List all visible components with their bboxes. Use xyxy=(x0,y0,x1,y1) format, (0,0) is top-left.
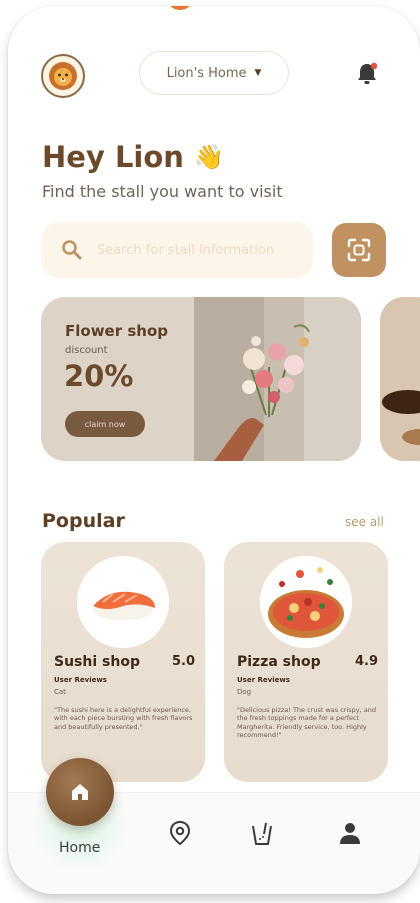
tab-home[interactable] xyxy=(46,758,114,826)
page-title: Hey Lion 👋 xyxy=(42,140,224,174)
popular-title: Popular xyxy=(42,510,125,532)
shop-rating: 5.0 xyxy=(171,654,195,669)
tab-home-label: Home xyxy=(59,840,101,856)
search-icon xyxy=(62,240,82,260)
wave-emoji: 👋 xyxy=(193,143,224,171)
reviews-label: User Reviews xyxy=(237,676,290,684)
promo-card-next[interactable] xyxy=(380,297,420,461)
phone-frame: Lion's Home ▼ Hey Lion 👋 Find the stall … xyxy=(8,6,420,894)
see-all-link[interactable]: see all xyxy=(345,515,384,529)
promo-card[interactable]: Flower shop discount 20% claim now xyxy=(41,297,361,461)
status-indicator xyxy=(166,6,194,10)
flower-bouquet-image xyxy=(194,297,361,461)
scan-button[interactable] xyxy=(332,223,386,277)
location-icon xyxy=(169,820,191,846)
avatar[interactable] xyxy=(41,54,85,98)
search-input[interactable] xyxy=(97,242,297,258)
promo-discount: 20% xyxy=(64,359,134,393)
notification-button[interactable] xyxy=(355,61,379,87)
pizza-icon xyxy=(260,556,352,648)
search-bar[interactable] xyxy=(41,222,313,278)
profile-icon xyxy=(340,823,360,844)
tab-drinks[interactable] xyxy=(248,819,276,847)
drink-icon xyxy=(252,822,272,845)
pizza-image xyxy=(260,556,352,648)
shop-card-pizza[interactable]: Pizza shop 4.9 User Reviews Dog "Delicio… xyxy=(224,542,388,782)
promo-title: Flower shop xyxy=(65,322,168,340)
shop-name: Pizza shop xyxy=(237,654,321,670)
promo-subtitle: discount xyxy=(65,345,108,356)
greeting-subtitle: Find the stall you want to visit xyxy=(42,182,283,201)
lion-avatar-icon xyxy=(49,62,77,90)
location-label: Lion's Home xyxy=(166,65,247,81)
reviews-label: User Reviews xyxy=(54,676,107,684)
sushi-icon xyxy=(93,591,155,620)
tab-location[interactable] xyxy=(166,819,194,847)
review-text: "The sushi here is a delightful experien… xyxy=(54,706,193,731)
review-text: "Delicious pizza! The crust was crispy, … xyxy=(237,706,376,740)
tab-profile[interactable] xyxy=(336,819,364,847)
reviewer-name: Cat xyxy=(54,688,66,696)
shop-name: Sushi shop xyxy=(54,654,140,670)
scan-icon xyxy=(347,238,371,262)
greeting-title: Hey Lion xyxy=(42,140,184,174)
sushi-image xyxy=(77,556,169,648)
bakery-image xyxy=(380,297,420,461)
claim-now-button[interactable]: claim now xyxy=(65,411,145,437)
reviewer-name: Dog xyxy=(237,688,252,696)
shop-card-sushi[interactable]: Sushi shop 5.0 User Reviews Cat "The sus… xyxy=(41,542,205,782)
bell-icon xyxy=(358,62,378,84)
notification-dot xyxy=(370,62,378,70)
home-icon xyxy=(72,784,88,800)
shop-rating: 4.9 xyxy=(354,654,378,669)
location-selector[interactable]: Lion's Home ▼ xyxy=(139,51,289,95)
chevron-down-icon: ▼ xyxy=(254,68,262,78)
